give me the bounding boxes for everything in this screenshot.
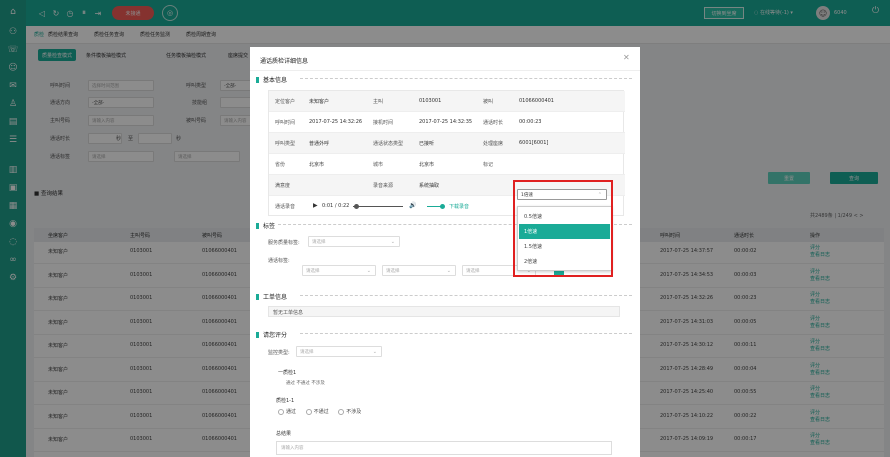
score-radio-group: 通过 不通过 不涉及 — [278, 408, 361, 415]
call-tag-placeholder: 请选择 — [466, 268, 480, 274]
radio-pass[interactable]: 通过 — [278, 408, 297, 415]
info-key: 城市 — [373, 162, 384, 168]
info-value: 01066000401 — [519, 98, 554, 104]
section-marker — [256, 331, 259, 338]
summary-input[interactable]: 请输入内容 — [276, 441, 612, 455]
info-value: 系统抽取 — [419, 183, 440, 189]
info-value: 普通外呼 — [309, 141, 330, 147]
section-ticket: 工单信息 — [256, 292, 634, 301]
info-value: 2017-07-25 14:32:35 — [419, 119, 473, 125]
info-row-3: 呼叫类型 普通外呼 通话状态类型 已接听 处理座席 6001[6001] — [269, 133, 625, 154]
highlight-box — [513, 180, 613, 277]
radio-fail[interactable]: 不通过 — [305, 408, 329, 415]
info-key: 处理座席 — [483, 141, 504, 147]
call-tag-select-2[interactable]: 请选择 ⌄ — [382, 265, 456, 276]
info-key: 通话状态类型 — [373, 141, 404, 147]
close-icon[interactable]: ✕ — [623, 53, 630, 62]
info-value: 00:00:23 — [519, 119, 542, 125]
info-row-1: 定位客户 未知客户 主叫 0103001 被叫 01066000401 — [269, 91, 625, 112]
call-tag-select-1[interactable]: 请选择 ⌄ — [302, 265, 376, 276]
modal-divider — [250, 70, 640, 71]
info-key: 录音来源 — [373, 183, 394, 189]
score-level-2: 质检1-1 — [276, 398, 295, 404]
info-value: 未知客户 — [309, 99, 330, 105]
call-tag-label: 通话标签: — [268, 258, 290, 264]
download-link[interactable]: 下载录音 — [449, 203, 469, 210]
section-basic-info: 基本信息 — [256, 75, 634, 84]
radio-na-label: 不涉及 — [346, 409, 362, 415]
ticket-info: 暂无工单信息 — [268, 306, 620, 317]
audio-progress-track[interactable] — [353, 206, 403, 207]
call-tag-placeholder: 请选择 — [306, 268, 320, 274]
section-score: 请您评分 — [256, 330, 634, 339]
recording-label: 通话录音 — [275, 204, 296, 210]
info-value: 6001[6001] — [519, 140, 549, 146]
service-tag-placeholder: 请选择 — [312, 239, 326, 245]
section-line — [300, 333, 632, 334]
info-key: 主叫 — [373, 99, 384, 105]
section-ticket-title: 工单信息 — [263, 294, 288, 301]
service-tag-select[interactable]: 请选择 ⌄ — [308, 236, 400, 247]
radio-na[interactable]: 不涉及 — [338, 408, 362, 415]
chevron-down-icon: ⌄ — [372, 349, 377, 355]
section-tags-title: 标签 — [263, 223, 276, 230]
service-tag-label: 服务质量标签: — [268, 240, 300, 246]
info-key: 满意度 — [275, 183, 291, 189]
section-marker — [256, 293, 259, 300]
volume-handle[interactable] — [439, 204, 445, 209]
info-key: 呼叫类型 — [275, 141, 296, 147]
audio-progress-handle[interactable] — [353, 204, 359, 209]
modal-title: 通话质检详细信息 — [260, 58, 309, 65]
info-key: 接机时间 — [373, 120, 394, 126]
info-row-2: 呼叫时间 2017-07-25 14:32:26 接机时间 2017-07-25… — [269, 112, 625, 133]
info-key: 标记 — [483, 162, 494, 168]
section-line — [300, 295, 632, 296]
audio-time: 0:01 / 0:22 — [322, 203, 350, 209]
info-key: 定位客户 — [275, 99, 296, 105]
info-key: 省份 — [275, 162, 286, 168]
radio-pass-label: 通过 — [286, 409, 297, 415]
info-value: 0103001 — [419, 98, 442, 104]
info-value: 2017-07-25 14:32:26 — [309, 119, 363, 125]
info-key: 通话时长 — [483, 120, 504, 126]
radio-circle — [278, 408, 284, 415]
section-score-title: 请您评分 — [263, 332, 288, 339]
score-template-select[interactable]: 请选择 ⌄ — [296, 346, 382, 357]
score-level-1: 一质检1 — [278, 370, 297, 376]
info-value: 已接听 — [419, 141, 435, 147]
section-marker — [256, 76, 259, 83]
info-key: 呼叫时间 — [275, 120, 296, 126]
radio-circle — [338, 408, 345, 415]
info-value: 北京市 — [419, 162, 435, 168]
play-icon[interactable]: ▶ — [313, 202, 318, 209]
radio-fail-label: 不通过 — [313, 409, 329, 415]
summary-label: 总结果 — [276, 431, 292, 437]
volume-icon[interactable]: 🔊 — [409, 202, 416, 209]
score-template-placeholder: 请选择 — [300, 349, 314, 355]
section-basic-info-title: 基本信息 — [263, 77, 288, 84]
section-marker — [256, 222, 259, 229]
score-level-1-desc: 通过 不通过 不涉及 — [286, 381, 325, 386]
chevron-down-icon: ⌄ — [390, 239, 395, 245]
info-value: 北京市 — [309, 162, 325, 168]
info-key: 被叫 — [483, 99, 494, 105]
info-row-4: 省份 北京市 城市 北京市 标记 — [269, 154, 625, 175]
score-template-label: 监控类型: — [268, 350, 290, 356]
radio-circle — [305, 408, 312, 415]
chevron-down-icon: ⌄ — [366, 268, 371, 274]
call-tag-placeholder: 请选择 — [386, 268, 400, 274]
chevron-down-icon: ⌄ — [446, 268, 451, 274]
section-line — [300, 78, 632, 79]
